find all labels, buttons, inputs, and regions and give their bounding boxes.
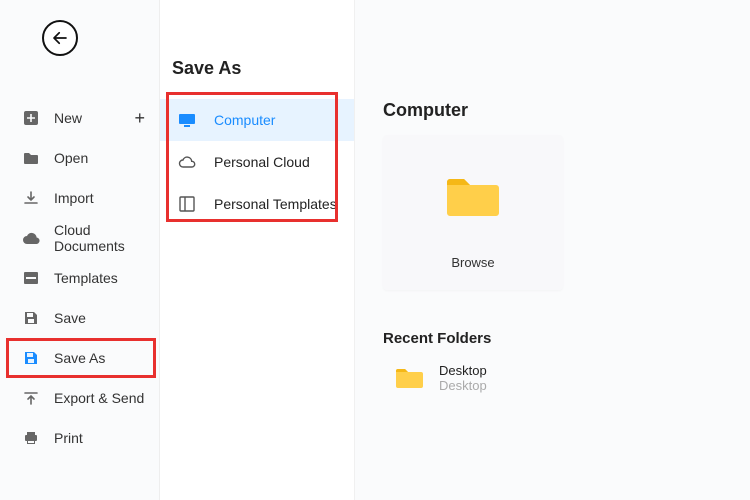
menu-label: Templates xyxy=(54,270,118,286)
menu-new[interactable]: New + xyxy=(0,98,159,138)
recent-folder-name: Desktop xyxy=(439,363,487,378)
content-title: Computer xyxy=(383,100,728,121)
folder-icon xyxy=(395,367,423,389)
recent-folder-path: Desktop xyxy=(439,378,487,393)
location-computer[interactable]: Computer xyxy=(160,99,354,141)
folder-icon xyxy=(22,149,40,167)
menu-label: Export & Send xyxy=(54,390,144,406)
menu-label: Cloud Documents xyxy=(54,222,145,254)
menu-open[interactable]: Open xyxy=(0,138,159,178)
templates-icon xyxy=(22,269,40,287)
sidebar: New + Open Import Cloud Documents Templa… xyxy=(0,0,160,500)
browse-button[interactable]: Browse xyxy=(383,135,563,290)
location-panel: Save As Computer Personal Cloud Personal… xyxy=(160,0,355,500)
save-icon xyxy=(22,309,40,327)
back-button[interactable] xyxy=(42,20,78,56)
import-icon xyxy=(22,189,40,207)
menu-label: Save As xyxy=(54,350,105,366)
menu-templates[interactable]: Templates xyxy=(0,258,159,298)
panel-title: Save As xyxy=(160,0,354,99)
browse-label: Browse xyxy=(451,246,494,270)
cloud-outline-icon xyxy=(178,153,196,171)
plus-icon[interactable]: + xyxy=(134,108,145,129)
recent-folders-heading: Recent Folders xyxy=(383,330,728,347)
menu-label: Open xyxy=(54,150,88,166)
location-label: Personal Cloud xyxy=(214,154,310,170)
menu-label: Import xyxy=(54,190,94,206)
recent-folder-item[interactable]: Desktop Desktop xyxy=(383,363,728,393)
menu-import[interactable]: Import xyxy=(0,178,159,218)
layout-icon xyxy=(178,195,196,213)
file-menu: New + Open Import Cloud Documents Templa… xyxy=(0,98,159,458)
location-personal-templates[interactable]: Personal Templates xyxy=(160,183,354,225)
location-label: Computer xyxy=(214,112,275,128)
print-icon xyxy=(22,429,40,447)
menu-label: Save xyxy=(54,310,86,326)
folder-icon xyxy=(445,174,501,218)
menu-save[interactable]: Save xyxy=(0,298,159,338)
main-content: Computer Browse Recent Folders Desktop D… xyxy=(355,0,750,500)
menu-print[interactable]: Print xyxy=(0,418,159,458)
location-personal-cloud[interactable]: Personal Cloud xyxy=(160,141,354,183)
menu-export-send[interactable]: Export & Send xyxy=(0,378,159,418)
save-as-icon xyxy=(22,349,40,367)
menu-cloud-documents[interactable]: Cloud Documents xyxy=(0,218,159,258)
export-icon xyxy=(22,389,40,407)
location-label: Personal Templates xyxy=(214,196,337,212)
cloud-icon xyxy=(22,229,40,247)
arrow-left-icon xyxy=(51,29,69,47)
plus-square-icon xyxy=(22,109,40,127)
monitor-icon xyxy=(178,111,196,129)
menu-label: Print xyxy=(54,430,83,446)
menu-save-as[interactable]: Save As xyxy=(0,338,159,378)
menu-label: New xyxy=(54,110,82,126)
